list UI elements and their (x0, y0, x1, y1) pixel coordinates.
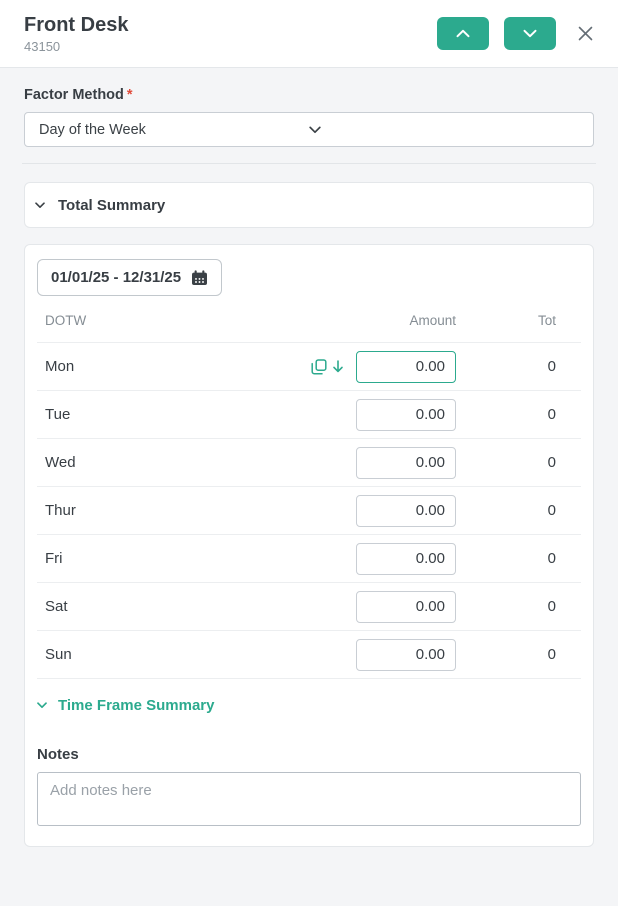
amount-cell (356, 398, 456, 431)
arrow-down-icon (331, 359, 345, 374)
amount-input[interactable] (356, 638, 456, 671)
next-record-button[interactable] (504, 17, 556, 50)
amount-input[interactable] (356, 350, 456, 383)
total-summary-toggle[interactable]: Total Summary (24, 182, 594, 228)
amount-cell (356, 590, 456, 623)
time-frame-summary-toggle[interactable]: Time Frame Summary (37, 697, 581, 714)
table-header-tot: Tot (537, 313, 556, 328)
table-row: Mon 0 (37, 343, 581, 391)
factor-method-field: Factor Method * Day of the Week (24, 87, 594, 147)
tot-value: 0 (547, 406, 556, 423)
day-label: Sun (45, 646, 72, 663)
table-row: Sun 0 (37, 631, 581, 679)
table-header-amount: Amount (409, 313, 456, 328)
amount-input[interactable] (356, 542, 456, 575)
amount-input[interactable] (356, 446, 456, 479)
factor-method-label-row: Factor Method * (24, 87, 594, 103)
dotw-table-body: Mon 0 Tue (37, 343, 581, 679)
table-row: Thur 0 (37, 487, 581, 535)
amount-cell (356, 494, 456, 527)
factor-method-selected-value: Day of the Week (39, 121, 146, 138)
chevron-down-icon (35, 201, 45, 209)
panel-body: Factor Method * Day of the Week Total Sum… (0, 68, 618, 847)
table-row: Wed 0 (37, 439, 581, 487)
summary-card: 01/01/25 - 12/31/25 DOTW Amount Tot Mon (24, 244, 594, 847)
tot-value: 0 (547, 454, 556, 471)
header-actions (437, 17, 596, 50)
copy-down-button[interactable] (311, 358, 327, 375)
date-range-picker[interactable]: 01/01/25 - 12/31/25 (37, 259, 223, 296)
amount-input[interactable] (356, 494, 456, 527)
chevron-down-icon (309, 126, 579, 134)
chevron-down-icon (37, 702, 47, 709)
table-header-row: DOTW Amount Tot (37, 299, 581, 343)
factor-method-select[interactable]: Day of the Week (24, 112, 594, 147)
previous-record-button[interactable] (437, 17, 489, 50)
tot-value: 0 (547, 358, 556, 375)
day-label: Thur (45, 502, 76, 519)
table-row: Fri 0 (37, 535, 581, 583)
tot-value: 0 (547, 646, 556, 663)
chevron-up-icon (456, 29, 470, 38)
factor-method-label: Factor Method (24, 87, 124, 103)
page-title: Front Desk (24, 14, 129, 36)
notes-textarea[interactable] (37, 772, 581, 826)
calendar-icon (191, 269, 208, 286)
day-label: Tue (45, 406, 71, 423)
close-button[interactable] (574, 23, 596, 45)
fill-down-button[interactable] (331, 359, 345, 374)
total-summary-label: Total Summary (58, 196, 166, 214)
page-subtitle: 43150 (24, 39, 61, 54)
day-label: Mon (45, 358, 75, 375)
required-asterisk: * (126, 87, 133, 103)
tot-value: 0 (547, 598, 556, 615)
amount-cell (356, 446, 456, 479)
amount-input[interactable] (356, 590, 456, 623)
amount-cell (356, 542, 456, 575)
close-icon (578, 26, 593, 41)
time-frame-summary-label: Time Frame Summary (58, 697, 215, 714)
copy-icon (311, 358, 327, 375)
header-titles: Front Desk 43150 (24, 13, 437, 54)
row-action-icons (311, 358, 345, 375)
day-label: Fri (45, 550, 63, 567)
tot-value: 0 (547, 550, 556, 567)
tot-value: 0 (547, 502, 556, 519)
day-label: Sat (45, 598, 68, 615)
table-row: Tue 0 (37, 391, 581, 439)
section-divider (22, 163, 596, 164)
panel-header: Front Desk 43150 (0, 0, 618, 68)
table-header-dotw: DOTW (45, 313, 87, 328)
amount-input[interactable] (356, 398, 456, 431)
chevron-down-icon (523, 29, 537, 38)
date-range-value: 01/01/25 - 12/31/25 (51, 269, 182, 286)
notes-label: Notes (37, 746, 79, 763)
table-row: Sat 0 (37, 583, 581, 631)
amount-cell (356, 350, 456, 383)
day-label: Wed (45, 454, 76, 471)
amount-cell (356, 638, 456, 671)
